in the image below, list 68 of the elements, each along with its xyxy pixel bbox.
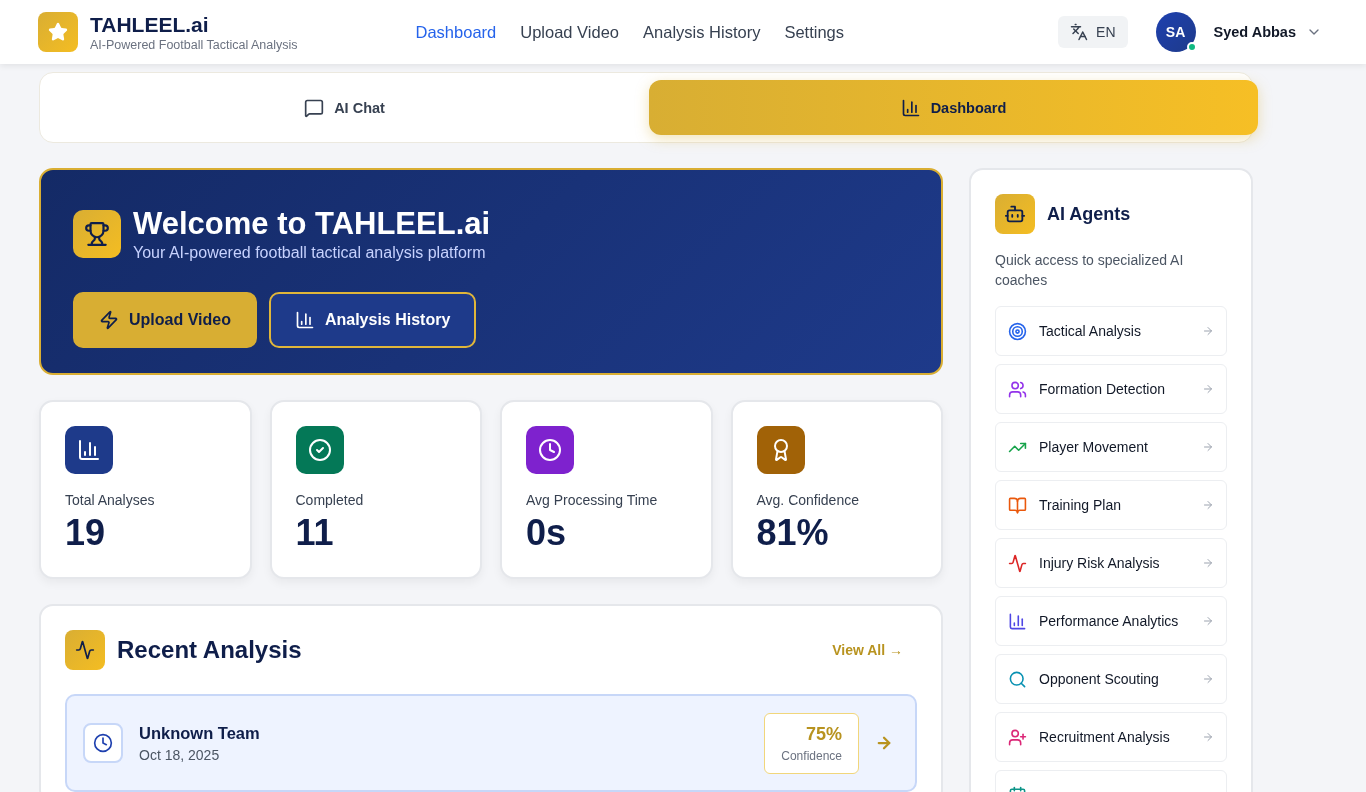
robot-icon [1004, 203, 1026, 225]
stat-value: 19 [65, 512, 107, 554]
book-icon [1008, 495, 1027, 515]
bar-chart-icon [77, 438, 101, 462]
agent-item[interactable]: Injury Risk Analysis [995, 538, 1227, 588]
lightning-icon [99, 310, 119, 330]
stat-value: 0s [526, 512, 568, 554]
arrow-right-icon [1202, 557, 1214, 569]
translate-icon [1070, 23, 1089, 41]
nav-link[interactable]: Settings [784, 22, 845, 42]
agent-item[interactable]: Formation Detection [995, 364, 1227, 414]
search-icon [1008, 669, 1027, 689]
welcome-title: Welcome to TAHLEEL.ai [133, 206, 491, 242]
pulse-icon [1008, 553, 1027, 573]
nav-link[interactable]: Upload Video [520, 22, 620, 42]
arrow-right-icon [1202, 615, 1214, 627]
stat-label: Total Analyses [65, 492, 156, 508]
bar-chart-icon [294, 310, 315, 330]
confidence-label: Confidence [781, 748, 842, 763]
chat-icon [304, 97, 325, 118]
stat-value: 81% [756, 512, 830, 554]
star-icon [48, 22, 68, 42]
user-menu[interactable]: Syed Abbas [1207, 23, 1328, 41]
arrow-right-icon [1202, 731, 1214, 743]
stat-label: Avg Processing Time [526, 492, 659, 508]
agent-item[interactable]: Player Movement [995, 422, 1227, 472]
action-button[interactable]: Analysis History [268, 292, 477, 348]
panel-subtitle: Quick access to specialized AI coaches [995, 251, 1185, 290]
action-button[interactable]: Upload Video [73, 292, 257, 348]
analysis-row[interactable]: Unknown Team Oct 18, 2025 75% Confidence [65, 694, 917, 792]
brand-name: TAHLEEL.ai [90, 12, 210, 37]
agent-item[interactable]: Recruitment Analysis [995, 712, 1227, 762]
brand-tagline: AI-Powered Football Tactical Analysis [90, 37, 298, 52]
arrow-right-icon [1202, 383, 1214, 395]
agent-item[interactable]: Training Plan [995, 480, 1227, 530]
section-title: Recent Analysis [117, 636, 302, 664]
users-icon [1008, 379, 1027, 399]
pulse-icon [75, 640, 95, 660]
team-name: Unknown Team [139, 723, 260, 743]
target-icon [1008, 321, 1027, 341]
nav-link[interactable]: Dashboard [415, 22, 497, 42]
agent-item[interactable]: Opponent Scouting [995, 654, 1227, 704]
stat-value: 11 [295, 512, 335, 554]
arrow-right-icon [1202, 325, 1214, 337]
arrow-right-icon [1202, 499, 1214, 511]
clock-icon [93, 733, 113, 753]
panel-title: AI Agents [1047, 203, 1131, 225]
confidence-value: 75% [804, 723, 842, 745]
stat-label: Completed [295, 492, 365, 508]
user-plus-icon [1008, 727, 1027, 747]
bar-chart-icon [1008, 611, 1027, 631]
view-tab[interactable]: Dashboard [649, 80, 1258, 135]
bar-chart-icon [900, 97, 921, 118]
user-avatar[interactable]: SA [1155, 12, 1196, 52]
clock-icon [538, 438, 562, 462]
agent-item[interactable]: Tactical Analysis [995, 306, 1227, 356]
check-circle-icon [307, 438, 332, 462]
nav-link[interactable]: Analysis History [643, 22, 761, 42]
agent-item[interactable]: Performance Analytics [995, 596, 1227, 646]
language-button[interactable]: EN [1058, 16, 1128, 48]
arrow-right-icon[interactable] [875, 734, 893, 752]
trophy-icon [84, 221, 110, 247]
welcome-subtitle: Your AI-powered football tactical analysis platform [133, 244, 487, 262]
analysis-date: Oct 18, 2025 [139, 746, 221, 763]
arrow-right-icon [1202, 673, 1214, 685]
view-tab[interactable]: AI Chat [40, 80, 649, 135]
arrow-right-icon [1202, 441, 1214, 453]
stat-label: Avg. Confidence [756, 492, 860, 508]
